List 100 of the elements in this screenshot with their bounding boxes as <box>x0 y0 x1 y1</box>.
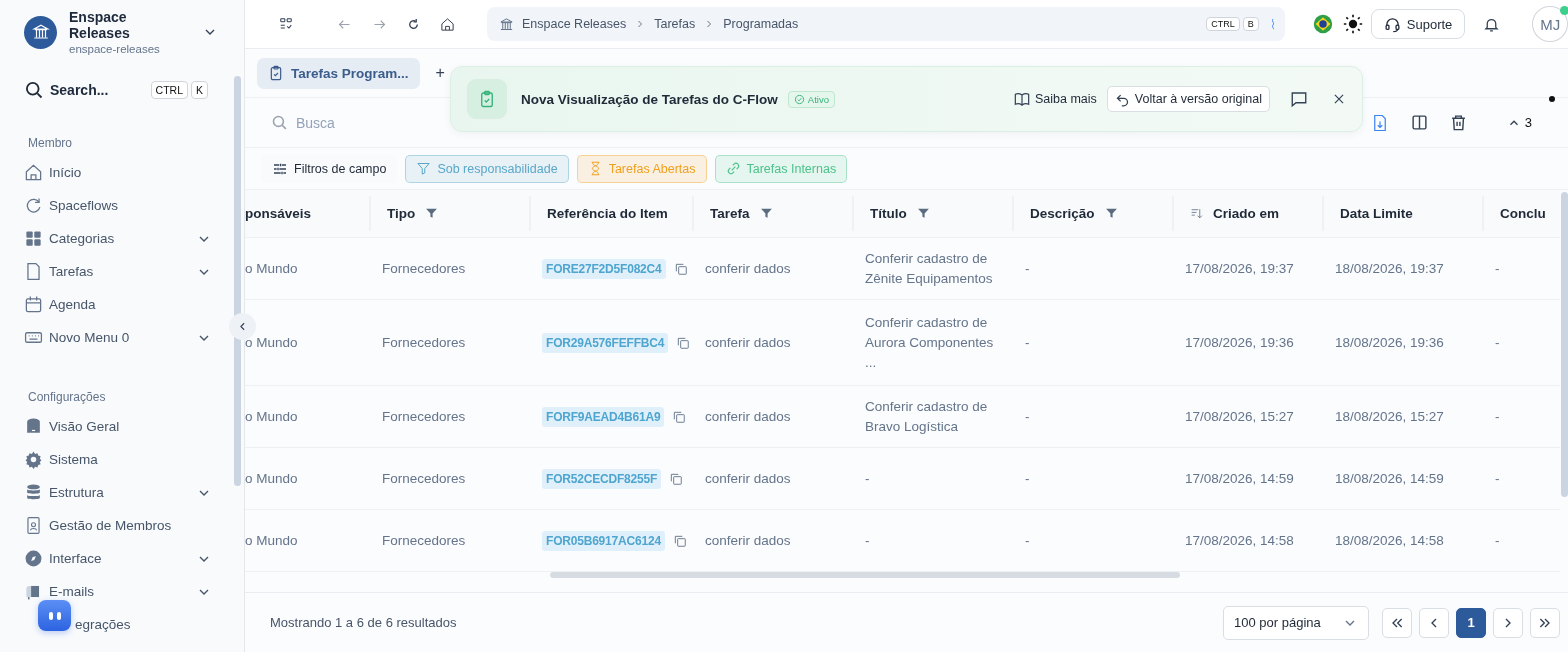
section-title: Membro <box>28 136 73 150</box>
table-cell: - <box>1495 335 1500 350</box>
tab[interactable]: Tarefas Program... <box>257 57 420 89</box>
table-cell: conferir dados <box>705 409 791 424</box>
copy-icon[interactable] <box>676 335 691 350</box>
layout-icon[interactable] <box>279 17 293 31</box>
table-cell: 18/08/2026, 19:36 <box>1335 335 1444 350</box>
bank-icon <box>499 16 514 32</box>
sidebar-item[interactable]: Sistema <box>24 443 244 476</box>
filter-icon[interactable] <box>1104 207 1118 220</box>
table-cell: 17/08/2026, 15:27 <box>1185 409 1294 424</box>
table-cell: 18/08/2026, 14:59 <box>1335 471 1444 486</box>
reload-icon[interactable] <box>407 17 420 31</box>
document-icon <box>24 262 43 281</box>
table-cell: Fornecedores <box>382 409 466 424</box>
column-header[interactable]: Título <box>870 206 907 221</box>
last-page-button[interactable] <box>1530 607 1560 638</box>
results-summary: Mostrando 1 a 6 de 6 resultados <box>270 615 457 630</box>
close-icon[interactable] <box>1332 92 1346 106</box>
trash-icon[interactable] <box>1449 114 1467 131</box>
comment-icon[interactable] <box>1290 90 1308 108</box>
copy-icon[interactable] <box>669 471 684 486</box>
table-cell: conferir dados <box>705 261 791 276</box>
table-cell: - <box>1025 335 1030 350</box>
page-size-select[interactable]: 100 por página <box>1223 605 1369 640</box>
filter-icon[interactable] <box>425 207 439 220</box>
table-cell: o Mundo <box>245 533 298 548</box>
compass-icon <box>24 549 43 568</box>
sidebar-item[interactable]: Categorias <box>24 222 244 255</box>
search-field[interactable]: Busca <box>294 113 479 132</box>
scrollbar[interactable] <box>234 76 241 486</box>
copy-icon[interactable] <box>672 533 687 548</box>
column-header[interactable]: Referência do Item <box>547 206 668 221</box>
online-dot <box>1560 6 1568 15</box>
brazil-flag-icon[interactable] <box>1312 14 1333 34</box>
breadcrumb-link[interactable]: Tarefas <box>654 17 696 31</box>
table-cell: - <box>1025 533 1030 548</box>
sidebar-item[interactable]: Interface <box>24 542 244 575</box>
chat-widget-button[interactable] <box>38 600 71 631</box>
collapse-toggle-button[interactable]: 3 <box>1500 114 1538 131</box>
table-cell-text: Conferir cadastro de Zênite Equipamentos <box>865 249 994 288</box>
sidebar-item[interactable]: E-mails <box>24 575 244 608</box>
sidebar-item[interactable]: Estrutura <box>24 476 244 509</box>
column-header[interactable]: Criado em <box>1213 206 1280 221</box>
breadcrumb-link[interactable]: Programadas <box>723 17 799 31</box>
table-cell: 18/08/2026, 15:27 <box>1335 409 1444 424</box>
sidebar-item[interactable]: Gestão de Membros <box>24 509 244 542</box>
grid-icon <box>24 229 43 248</box>
table-cell-text: Conferir cadastro de Bravo Logística <box>865 397 989 436</box>
sort-icon[interactable] <box>1190 207 1203 220</box>
column-header[interactable]: Tarefa <box>710 206 750 221</box>
table-cell: 17/08/2026, 14:59 <box>1185 471 1294 486</box>
sun-icon[interactable] <box>1342 14 1363 34</box>
workspace-slug: enspace-releases <box>69 43 161 55</box>
columns-icon[interactable] <box>1410 114 1428 131</box>
search-icon <box>24 80 44 100</box>
column-header[interactable]: Descrição <box>1030 206 1095 221</box>
table-cell-text: - <box>865 531 870 550</box>
copy-icon[interactable] <box>673 261 688 276</box>
clipboard-check-icon <box>478 90 496 108</box>
table-cell: Fornecedores <box>382 261 466 276</box>
breadcrumb-link[interactable]: Enspace Releases <box>522 17 627 31</box>
table-cell: 18/08/2026, 14:58 <box>1335 533 1444 548</box>
sidebar-item[interactable]: Início <box>24 156 244 189</box>
support-button[interactable]: Suporte <box>1370 9 1466 39</box>
search-button[interactable]: Search... CTRL K <box>24 76 244 104</box>
scrollbar[interactable] <box>1561 192 1568 497</box>
sidebar-item[interactable]: Visão Geral <box>24 410 244 443</box>
filter-icon[interactable] <box>759 207 773 220</box>
table-cell: conferir dados <box>705 533 791 548</box>
table-cell: 18/08/2026, 19:37 <box>1335 261 1444 276</box>
scrollbar[interactable] <box>550 572 1180 578</box>
filter-icon[interactable] <box>916 207 930 220</box>
table-cell: - <box>1025 261 1030 276</box>
sidebar-item[interactable]: Tarefas <box>24 255 244 288</box>
copy-icon[interactable] <box>672 409 687 424</box>
table-cell-text: Conferir cadastro de Aurora Componentes ... <box>865 313 995 372</box>
add-tab-button[interactable]: + <box>429 63 451 83</box>
table-cell: o Mundo <box>245 335 298 350</box>
column-header[interactable]: Conclu <box>1500 206 1546 221</box>
revert-button[interactable]: Voltar à versão original <box>1106 86 1270 112</box>
home-icon[interactable] <box>440 16 455 32</box>
database-icon <box>24 483 43 502</box>
learn-more-link[interactable]: Saiba mais <box>1014 91 1097 107</box>
refresh-icon <box>24 196 43 215</box>
table-cell: - <box>1495 471 1500 486</box>
key-hint: K <box>191 81 208 99</box>
table-cell: - <box>1495 261 1500 276</box>
banner-title: Nova Visualização de Tarefas do C-Flow <box>521 91 778 107</box>
column-header[interactable]: Tipo <box>387 206 416 221</box>
first-page-button[interactable] <box>1382 607 1412 638</box>
key-hint: B <box>1242 17 1259 31</box>
id-card-icon <box>24 516 43 535</box>
table-cell: - <box>1025 409 1030 424</box>
column-header[interactable]: Data Limite <box>1340 206 1413 221</box>
avatar[interactable]: MJ <box>1532 6 1568 42</box>
column-header[interactable]: ponsáveis <box>245 206 312 221</box>
sidebar-item[interactable]: Spaceflows <box>24 189 244 222</box>
page-button[interactable]: 1 <box>1456 607 1486 638</box>
sidebar-item[interactable]: Agenda <box>24 288 244 321</box>
